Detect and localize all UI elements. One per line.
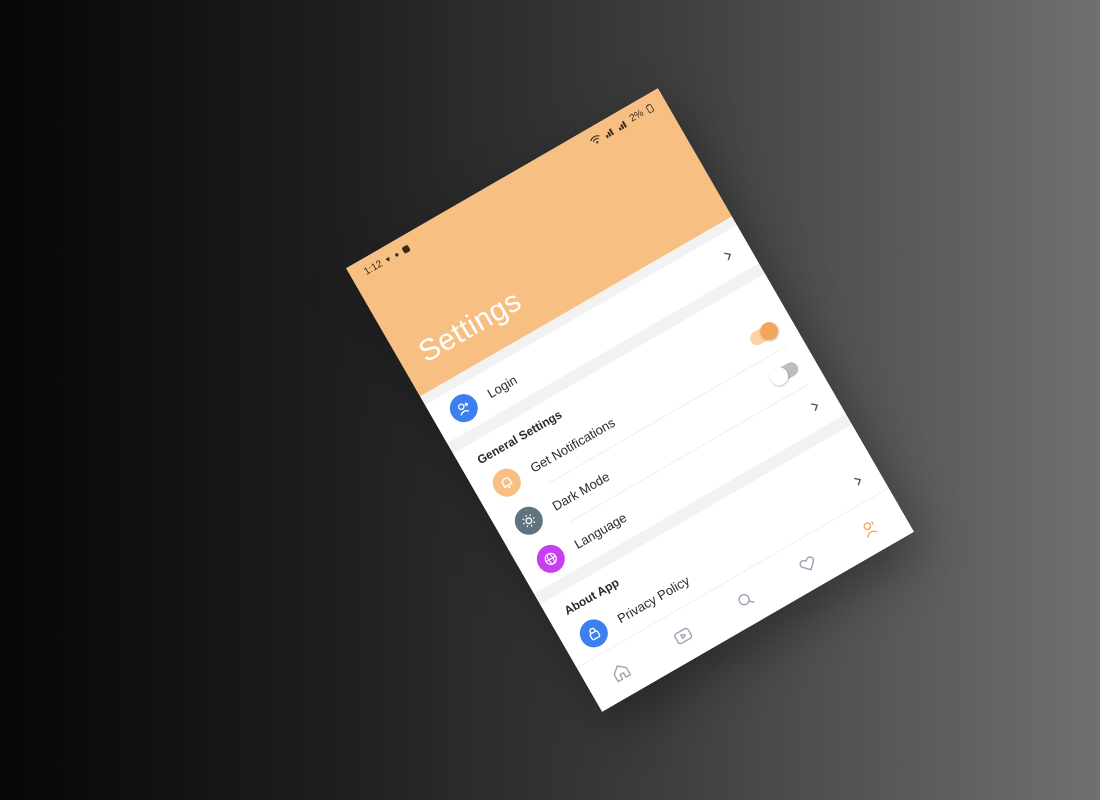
status-left: 1:12 ♥ ● <box>362 242 412 277</box>
nav-profile[interactable] <box>846 503 895 552</box>
lock-icon <box>589 627 601 641</box>
nav-home[interactable] <box>596 647 645 696</box>
login-avatar <box>444 389 483 428</box>
toggle-knob <box>756 318 782 344</box>
language-avatar <box>531 539 570 578</box>
battery-percent: 2% <box>627 107 646 125</box>
sun-icon <box>522 514 536 528</box>
signal-icon-2 <box>617 120 627 131</box>
search-icon <box>738 593 755 606</box>
status-right: 2% <box>588 102 655 147</box>
nav-video[interactable] <box>659 611 708 660</box>
add-user-icon <box>458 402 470 416</box>
status-bar: 1:12 ♥ ● 2% <box>346 88 671 291</box>
heart-icon <box>799 556 815 571</box>
bell-icon <box>501 477 513 489</box>
profile-icon <box>863 521 878 538</box>
notification-status-icon: ● <box>392 249 401 260</box>
app-status-icon <box>401 243 411 254</box>
wifi-icon <box>589 135 599 144</box>
chevron-right-icon <box>895 550 909 564</box>
globe-icon <box>544 552 557 565</box>
battery-icon <box>645 103 654 113</box>
signal-icon <box>604 128 614 139</box>
privacy-avatar <box>574 614 613 653</box>
nav-search[interactable] <box>721 575 770 624</box>
home-icon <box>613 665 632 683</box>
heart-status-icon: ♥ <box>383 254 393 265</box>
notifications-toggle[interactable] <box>747 318 782 348</box>
dark-mode-avatar <box>509 501 548 540</box>
notifications-avatar <box>487 463 526 502</box>
phone-screen: 1:12 ♥ ● 2% Settings Login General Setti… <box>346 88 914 712</box>
status-time: 1:12 <box>361 258 385 278</box>
dark-mode-toggle[interactable] <box>766 359 801 389</box>
license-icon <box>633 703 645 712</box>
nav-favorites[interactable] <box>783 539 832 588</box>
video-icon <box>674 627 693 645</box>
